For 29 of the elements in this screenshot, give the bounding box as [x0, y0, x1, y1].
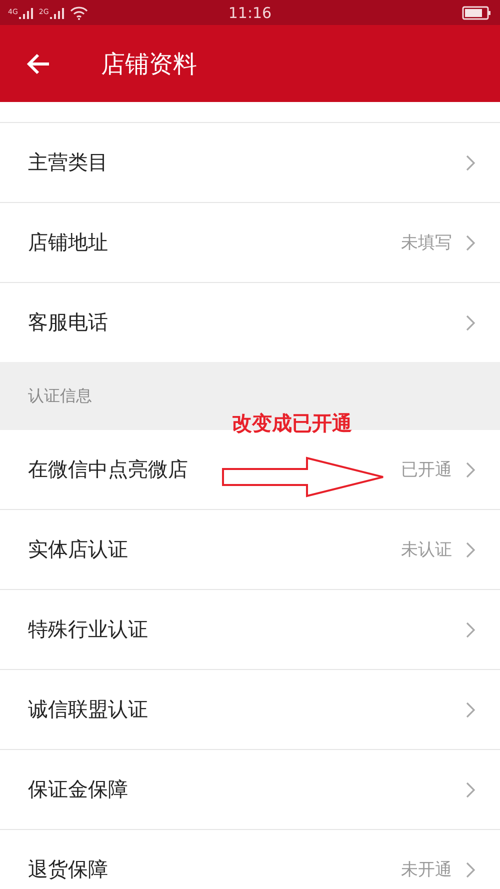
chevron-icon [466, 702, 476, 718]
row-label: 主营类目 [28, 149, 108, 176]
chevron-icon [466, 234, 476, 250]
row-label: 店铺地址 [28, 229, 108, 256]
row-value: 未填写 [401, 232, 452, 254]
section-title: 认证信息 [28, 386, 92, 406]
chevron-icon [466, 462, 476, 478]
row-value: 已开通 [401, 459, 452, 481]
signal-icon [50, 6, 64, 18]
row-value: 未开通 [401, 859, 452, 881]
row-label: 在微信中点亮微店 [28, 456, 188, 483]
chevron-icon [466, 622, 476, 638]
chevron-icon [466, 542, 476, 558]
chevron-icon [466, 782, 476, 798]
signal-icon [18, 6, 33, 18]
battery-icon [462, 6, 492, 20]
row-label: 客服电话 [28, 309, 108, 336]
row-label: 保证金保障 [28, 776, 128, 803]
wifi-icon [70, 6, 88, 20]
chevron-icon [466, 862, 476, 878]
clock-time: 11:16 [228, 4, 272, 22]
chevron-icon [466, 154, 476, 170]
chevron-icon [466, 314, 476, 330]
row-label: 特殊行业认证 [28, 616, 148, 643]
row-label: 退货保障 [28, 856, 108, 883]
row-label: 实体店认证 [28, 536, 128, 563]
row-value: 未认证 [401, 539, 452, 561]
row-label: 诚信联盟认证 [28, 696, 148, 723]
page-title: 店铺资料 [101, 48, 197, 80]
